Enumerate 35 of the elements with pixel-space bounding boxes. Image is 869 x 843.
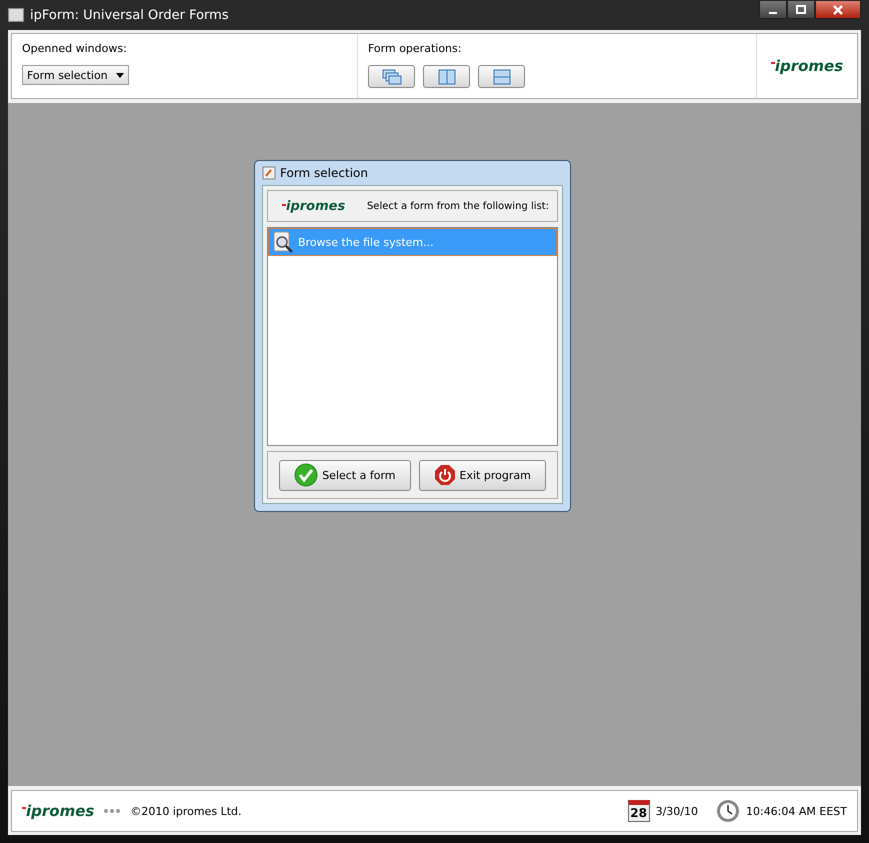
caret-icon xyxy=(116,72,124,78)
maximize-icon xyxy=(795,4,807,14)
app-icon xyxy=(262,166,276,180)
exit-button[interactable]: Exit program xyxy=(418,460,546,490)
checkmark-icon xyxy=(294,463,318,487)
maximize-button[interactable] xyxy=(787,0,815,19)
select-button[interactable]: Select a form xyxy=(279,460,411,490)
dialog-title: Form selection xyxy=(280,166,368,180)
section-label: Openned windows: xyxy=(22,42,128,55)
calendar-icon: 28 xyxy=(628,800,650,822)
close-button[interactable] xyxy=(815,0,861,19)
copyright-text: ©2010 ipromes Ltd. xyxy=(130,804,242,818)
date-text: 3/30/10 xyxy=(656,804,698,818)
tile-vertical-button[interactable] xyxy=(423,65,470,88)
horizontal-split-icon xyxy=(492,68,510,84)
power-icon xyxy=(434,464,456,486)
ipromes-logo: ipromes xyxy=(770,57,844,75)
window-title: ipForm: Universal Order Forms xyxy=(30,8,229,22)
tile-horizontal-button[interactable] xyxy=(478,65,525,88)
cascade-windows-button[interactable] xyxy=(368,65,415,88)
minimize-icon xyxy=(769,12,777,14)
section-label: Form operations: xyxy=(368,42,462,55)
vertical-split-icon xyxy=(438,68,456,84)
prompt-text: Select a form from the following list: xyxy=(366,200,549,212)
cascade-windows-icon xyxy=(382,68,402,84)
window-dropdown[interactable]: Form selection xyxy=(22,65,129,85)
ipromes-logo: ipromes xyxy=(22,802,94,820)
time-text: 10:46:04 AM EEST xyxy=(746,804,847,818)
dots-icon xyxy=(104,809,120,813)
minimize-button[interactable] xyxy=(759,0,787,19)
clock-icon xyxy=(716,799,740,823)
ipromes-logo: ipromes xyxy=(282,198,346,214)
close-icon xyxy=(831,4,845,14)
app-icon xyxy=(8,8,24,22)
magnifier-icon xyxy=(272,231,294,253)
